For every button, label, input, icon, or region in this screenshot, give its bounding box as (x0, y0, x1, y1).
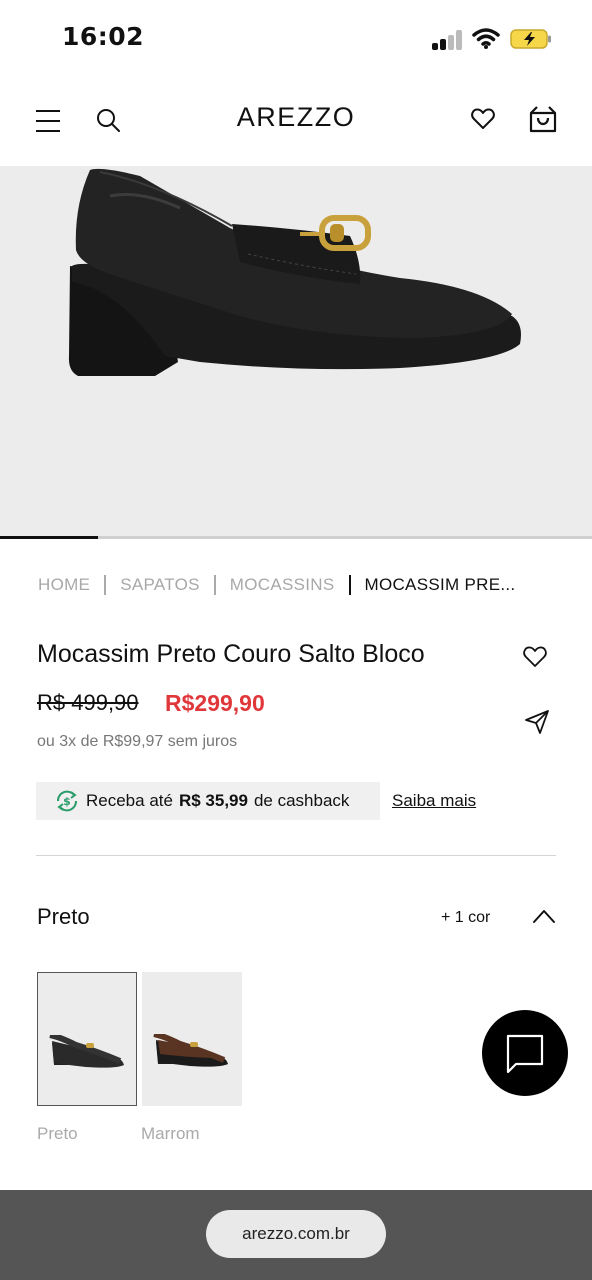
heart-icon[interactable] (470, 106, 496, 132)
browser-bar: arezzo.com.br (0, 1190, 592, 1280)
favorite-heart-icon[interactable] (522, 644, 548, 670)
cashback-banner: $ Receba até R$ 35,99 de cashback (36, 782, 380, 820)
divider (36, 855, 556, 856)
swatch-shoe-thumbnail (153, 1034, 228, 1067)
carousel-indicator (0, 536, 98, 539)
old-price: R$ 499,90 (37, 690, 139, 715)
color-swatch-preto[interactable] (37, 972, 137, 1106)
wifi-icon (472, 28, 500, 49)
cashback-suffix: de cashback (253, 791, 350, 810)
selected-color-label: Preto (37, 904, 90, 929)
svg-text:$: $ (63, 795, 71, 808)
cashback-prefix: Receba até (86, 791, 173, 810)
bag-icon[interactable] (528, 104, 558, 134)
cashback-icon: $ (56, 790, 78, 812)
share-icon[interactable] (523, 708, 551, 736)
chat-icon (506, 1034, 544, 1074)
color-swatch-label: Marrom (141, 1124, 200, 1143)
breadcrumb-separator (104, 575, 107, 595)
product-title: Mocassim Preto Couro Salto Bloco (37, 640, 425, 668)
breadcrumb-mocassins[interactable]: MOCASSINS (230, 575, 335, 595)
site-header: AREZZO (0, 80, 592, 166)
breadcrumb-sapatos[interactable]: SAPATOS (120, 575, 200, 595)
chat-button[interactable] (482, 1010, 568, 1096)
color-swatch-label: Preto (37, 1124, 78, 1143)
product-image[interactable] (0, 166, 592, 538)
status-time: 16:02 (62, 22, 145, 51)
more-colors-count[interactable]: + 1 cor (441, 909, 490, 927)
status-bar: 16:02 (0, 0, 592, 80)
signal-icon (432, 30, 464, 50)
breadcrumb-separator (348, 575, 351, 595)
swatch-shoe-thumbnail (49, 1035, 124, 1068)
cashback-amount: R$ 35,99 (178, 791, 248, 810)
saiba-mais-link[interactable]: Saiba mais (392, 791, 476, 811)
breadcrumb-home[interactable]: HOME (38, 575, 90, 595)
color-swatch-marrom[interactable] (142, 972, 242, 1106)
sale-price: R$299,90 (165, 690, 265, 716)
brand-logo[interactable]: AREZZO (0, 102, 592, 133)
url-bar[interactable]: arezzo.com.br (206, 1210, 386, 1258)
breadcrumb-current: MOCASSIM PRE... (364, 575, 516, 594)
installments-text: ou 3x de R$99,97 sem juros (37, 733, 238, 750)
chevron-up-icon[interactable] (532, 908, 556, 924)
battery-icon (510, 29, 551, 49)
breadcrumb-separator (213, 575, 216, 595)
breadcrumb: HOME SAPATOS MOCASSINS MOCASSIM PRE... (38, 572, 578, 598)
loafer-illustration (68, 168, 521, 376)
